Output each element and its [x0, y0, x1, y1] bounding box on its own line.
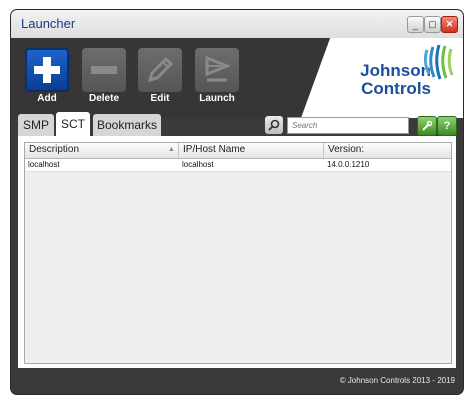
minimize-button[interactable]: _ — [407, 16, 424, 33]
wrench-icon — [422, 120, 433, 131]
search-icon — [268, 119, 280, 131]
cell-description: localhost — [28, 160, 60, 169]
column-header-version[interactable]: Version: — [328, 144, 364, 155]
close-icon: ✕ — [445, 19, 454, 29]
edit-label: Edit — [150, 93, 170, 104]
tab-bookmarks[interactable]: Bookmarks — [93, 114, 161, 136]
maximize-icon: ▢ — [428, 19, 437, 29]
tab-bookmarks-label: Bookmarks — [96, 118, 158, 132]
plus-icon — [34, 57, 60, 83]
sort-arrow-icon: ▲ — [168, 146, 175, 153]
logo-line-1: Johnson — [360, 61, 431, 80]
tab-sct-label: SCT — [61, 117, 85, 131]
minus-icon — [91, 66, 117, 74]
launch-button[interactable] — [195, 48, 239, 92]
connections-table: Description ▲ IP/Host Name Version: loca… — [24, 142, 452, 364]
column-header-ip-host[interactable]: IP/Host Name — [183, 144, 245, 155]
cell-ip-host: localhost — [182, 160, 214, 169]
johnson-controls-logo: Johnson Controls — [331, 62, 431, 98]
table-header: Description ▲ IP/Host Name Version: — [25, 143, 451, 159]
column-header-description[interactable]: Description — [29, 144, 79, 155]
window-title: Launcher — [21, 16, 76, 31]
launcher-window: Launcher _ ▢ ✕ Add Delete Edit Launch Jo… — [11, 10, 463, 394]
search-input[interactable] — [287, 117, 409, 134]
edit-button[interactable] — [138, 48, 182, 92]
title-bar[interactable]: Launcher _ ▢ ✕ — [11, 10, 463, 38]
tab-smp-label: SMP — [22, 118, 49, 132]
tools-button[interactable] — [417, 116, 437, 136]
help-button[interactable]: ? — [437, 116, 457, 136]
copyright-text: © Johnson Controls 2013 - 2019 — [339, 376, 455, 385]
help-icon: ? — [443, 120, 451, 132]
minimize-icon: _ — [412, 19, 418, 30]
maximize-button[interactable]: ▢ — [424, 16, 441, 33]
launch-label: Launch — [199, 93, 235, 104]
cell-version: 14.0.0.1210 — [327, 160, 370, 169]
delete-label: Delete — [88, 93, 119, 104]
tab-smp[interactable]: SMP — [18, 114, 54, 136]
launch-icon — [205, 55, 232, 82]
table-row[interactable]: localhost localhost 14.0.0.1210 — [25, 159, 451, 172]
delete-button[interactable] — [82, 48, 126, 92]
pencil-icon — [147, 56, 174, 83]
logo-line-2: Controls — [361, 79, 431, 98]
content-panel: Description ▲ IP/Host Name Version: loca… — [18, 136, 456, 368]
search-button[interactable] — [265, 116, 283, 134]
column-divider[interactable] — [323, 143, 324, 158]
tab-sct[interactable]: SCT — [56, 112, 90, 136]
add-label: Add — [37, 93, 57, 104]
close-button[interactable]: ✕ — [441, 16, 458, 33]
column-divider[interactable] — [178, 143, 179, 158]
add-button[interactable] — [25, 48, 69, 92]
logo-mark-icon — [423, 44, 454, 80]
